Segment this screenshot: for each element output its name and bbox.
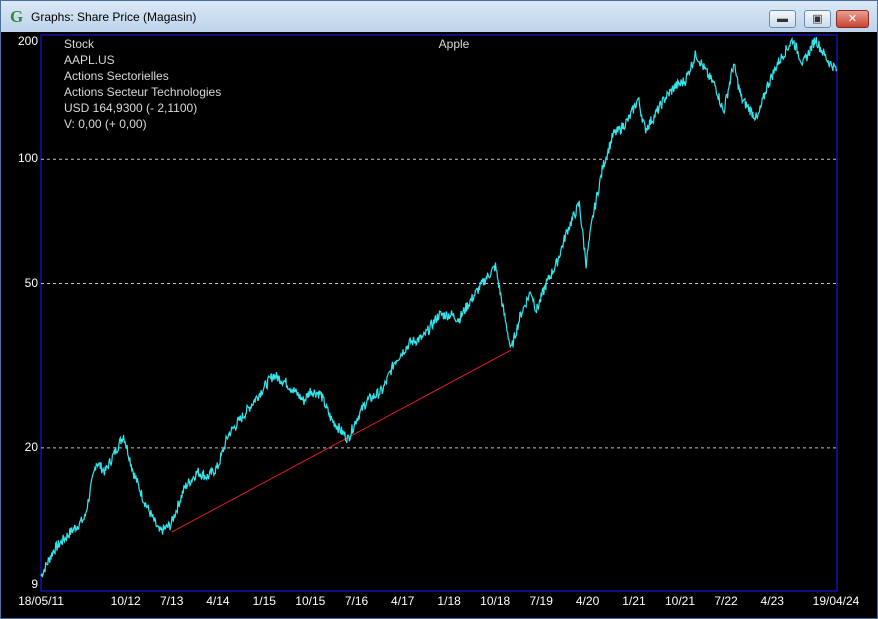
- info-type: Stock: [64, 37, 95, 51]
- trendline: [171, 349, 512, 533]
- x-tick-label: 1/15: [252, 594, 276, 608]
- info-volume: V: 0,00 (+ 0,00): [64, 117, 147, 131]
- y-tick-label: 20: [24, 439, 38, 454]
- x-tick-label: 4/17: [391, 594, 415, 608]
- y-tick-label: 100: [17, 151, 38, 166]
- x-tick-label: 19/04/24: [812, 594, 860, 608]
- x-tick-label: 7/16: [344, 594, 369, 608]
- x-tick-label: 10/15: [295, 594, 326, 608]
- x-tick-label: 10/12: [110, 594, 141, 608]
- info-category: Actions Sectorielles: [64, 69, 169, 83]
- x-tick-label: 1/18: [437, 594, 461, 608]
- chart-title: Apple: [438, 37, 470, 51]
- x-tick-label: 4/14: [206, 594, 230, 608]
- y-tick-label: 50: [24, 275, 38, 290]
- x-tick-label: 18/05/11: [18, 594, 64, 608]
- x-tick-label: 7/22: [714, 594, 738, 608]
- y-tick-label: 9: [31, 577, 38, 591]
- x-tick-label: 4/20: [575, 594, 600, 608]
- info-sector: Actions Secteur Technologies: [64, 85, 222, 99]
- y-tick-label: 200: [17, 34, 38, 48]
- price-series-line: [40, 36, 838, 578]
- x-tick-label: 10/18: [480, 594, 511, 608]
- x-tick-label: 1/21: [622, 594, 646, 608]
- info-ticker: AAPL.US: [64, 53, 115, 67]
- x-tick-label: 4/23: [760, 594, 784, 608]
- info-price: USD 164,9300 (- 2,1100): [64, 101, 198, 115]
- x-tick-label: 10/21: [664, 594, 695, 608]
- x-tick-label: 7/13: [160, 594, 184, 608]
- x-tick-label: 7/19: [529, 594, 553, 608]
